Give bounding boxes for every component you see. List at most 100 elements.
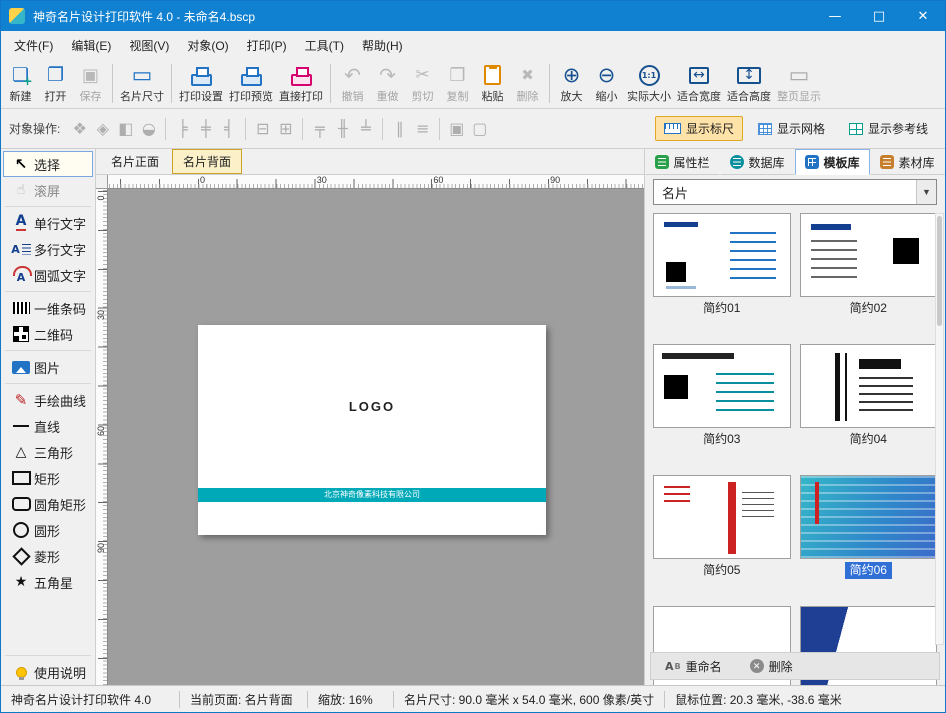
toolbar-separator	[302, 118, 303, 140]
toggle-show-ruler[interactable]: 显示标尺	[655, 116, 743, 141]
card-company-stripe[interactable]: 北京神奇像素科技有限公司	[198, 488, 546, 502]
toolbar-button-label: 打印预览	[229, 88, 273, 104]
ruler-mark: 30	[96, 308, 106, 322]
tool-barcode[interactable]: 一维条码	[3, 295, 93, 321]
tool-sidebar: 选择滚屏单行文字多行文字圆弧文字一维条码二维码图片手绘曲线直线三角形矩形圆角矩形…	[1, 149, 96, 685]
tool-circle[interactable]: 圆形	[3, 517, 93, 543]
toggle-show-guides[interactable]: 显示参考线	[840, 116, 937, 141]
toolbar-button-label: 放大	[561, 88, 583, 104]
tool-diamond[interactable]: 菱形	[3, 543, 93, 569]
fit-width-button[interactable]: 适合宽度	[674, 60, 724, 107]
menu-edit[interactable]: 编辑(E)	[62, 33, 120, 58]
zoom-in-icon	[559, 64, 585, 87]
right-tab-label: 数据库	[748, 154, 784, 171]
tab-card-front[interactable]: 名片正面	[100, 149, 170, 174]
tab-database[interactable]: 数据库	[720, 149, 795, 175]
tool-star[interactable]: 五角星	[3, 569, 93, 595]
tab-materials[interactable]: 素材库	[870, 149, 945, 175]
business-card-page[interactable]: LOGO 北京神奇像素科技有限公司	[198, 325, 546, 535]
tool-image[interactable]: 图片	[3, 354, 93, 380]
undo-icon	[340, 64, 366, 87]
toolbar-separator	[330, 64, 331, 103]
template-item[interactable]: 简约03	[653, 344, 791, 448]
card-logo-text[interactable]: LOGO	[198, 399, 546, 414]
open-file-button[interactable]: 打开	[38, 60, 73, 107]
tool-freehand-curve[interactable]: 手绘曲线	[3, 387, 93, 413]
equal-height-icon	[274, 117, 297, 141]
line-icon	[8, 416, 34, 436]
tool-qrcode[interactable]: 二维码	[3, 321, 93, 347]
main-area: 选择滚屏单行文字多行文字圆弧文字一维条码二维码图片手绘曲线直线三角形矩形圆角矩形…	[1, 149, 945, 685]
menu-view[interactable]: 视图(V)	[120, 33, 178, 58]
rename-template-button[interactable]: 重命名	[665, 658, 722, 675]
actual-size-button[interactable]: 实际大小	[624, 60, 674, 107]
direct-print-button[interactable]: 直接打印	[276, 60, 326, 107]
tool-arc-text[interactable]: 圆弧文字	[3, 262, 93, 288]
menu-tools[interactable]: 工具(T)	[296, 33, 353, 58]
tab-properties[interactable]: 属性栏	[645, 149, 720, 175]
tool-single-line-text[interactable]: 单行文字	[3, 210, 93, 236]
redo-button: 重做	[370, 60, 405, 107]
toolbar-button-label: 打印设置	[179, 88, 223, 104]
toggle-label: 显示标尺	[686, 120, 734, 137]
template-thumbnail[interactable]	[653, 213, 791, 297]
template-item[interactable]: 简约01	[653, 213, 791, 317]
new-file-icon	[8, 64, 34, 87]
templates-scrollbar[interactable]	[935, 213, 944, 645]
tab-templates[interactable]: 模板库	[795, 149, 870, 175]
card-size-button[interactable]: 名片尺寸	[117, 60, 167, 107]
template-item[interactable]: 简约04	[800, 344, 938, 448]
tool-label: 滚屏	[34, 181, 60, 200]
tool-rectangle[interactable]: 矩形	[3, 465, 93, 491]
menu-file[interactable]: 文件(F)	[5, 33, 62, 58]
tool-line[interactable]: 直线	[3, 413, 93, 439]
delete-template-button[interactable]: 删除	[750, 658, 793, 675]
tool-pan: 滚屏	[3, 177, 93, 203]
tool-multi-line-text[interactable]: 多行文字	[3, 236, 93, 262]
template-thumbnail[interactable]	[800, 475, 938, 559]
copy-icon	[445, 64, 471, 87]
tool-triangle[interactable]: 三角形	[3, 439, 93, 465]
template-thumbnail[interactable]	[800, 344, 938, 428]
scrollbar-thumb[interactable]	[937, 216, 942, 326]
template-category-dropdown[interactable]: 名片 ▼	[653, 179, 937, 205]
ruler-mark: 90	[96, 541, 106, 555]
maximize-button[interactable]: □	[857, 1, 901, 31]
minimize-button[interactable]: —	[813, 1, 857, 31]
toolbar-button-label: 重做	[377, 88, 399, 104]
fit-height-button[interactable]: 适合高度	[724, 60, 774, 107]
menu-help[interactable]: 帮助(H)	[353, 33, 412, 58]
tool-label: 单行文字	[34, 214, 86, 233]
flip-vertical-icon	[137, 117, 160, 141]
materials-icon	[880, 155, 894, 169]
tool-help[interactable]: 使用说明	[3, 659, 93, 685]
paste-button[interactable]: 粘贴	[475, 60, 510, 107]
template-item[interactable]: 简约05	[653, 475, 791, 579]
tool-label: 直线	[34, 417, 60, 436]
template-name: 简约06	[845, 562, 892, 579]
zoom-out-button[interactable]: 缩小	[589, 60, 624, 107]
menu-object[interactable]: 对象(O)	[178, 33, 237, 58]
close-button[interactable]: ✕	[901, 1, 945, 31]
tool-select[interactable]: 选择	[3, 151, 93, 177]
template-item[interactable]: 简约02	[800, 213, 938, 317]
object-operations-label: 对象操作:	[9, 120, 60, 137]
toolbar-separator	[382, 118, 383, 140]
template-thumbnail[interactable]	[653, 475, 791, 559]
tab-card-back[interactable]: 名片背面	[172, 149, 242, 174]
distribute-vertical-icon	[411, 117, 434, 141]
toggle-show-grid[interactable]: 显示网格	[749, 116, 834, 141]
print-preview-button[interactable]: 打印预览	[226, 60, 276, 107]
template-item[interactable]: 简约06	[800, 475, 938, 579]
toolbar-button-label: 名片尺寸	[120, 88, 164, 104]
right-panel: 属性栏 数据库模板库素材库 名片 ▼ 简约01简约02简约03简约04简约05 简约…	[644, 149, 945, 685]
new-file-button[interactable]: 新建	[3, 60, 38, 107]
zoom-in-button[interactable]: 放大	[554, 60, 589, 107]
template-thumbnail[interactable]	[653, 344, 791, 428]
template-thumbnail[interactable]	[800, 213, 938, 297]
menu-print[interactable]: 打印(P)	[238, 33, 296, 58]
print-settings-button[interactable]: 打印设置	[176, 60, 226, 107]
tool-rounded-rectangle[interactable]: 圆角矩形	[3, 491, 93, 517]
main-toolbar: 新建打开保存名片尺寸打印设置打印预览直接打印撤销重做剪切复制粘贴删除放大缩小实际…	[1, 59, 945, 109]
distribute-horizontal-icon	[388, 117, 411, 141]
